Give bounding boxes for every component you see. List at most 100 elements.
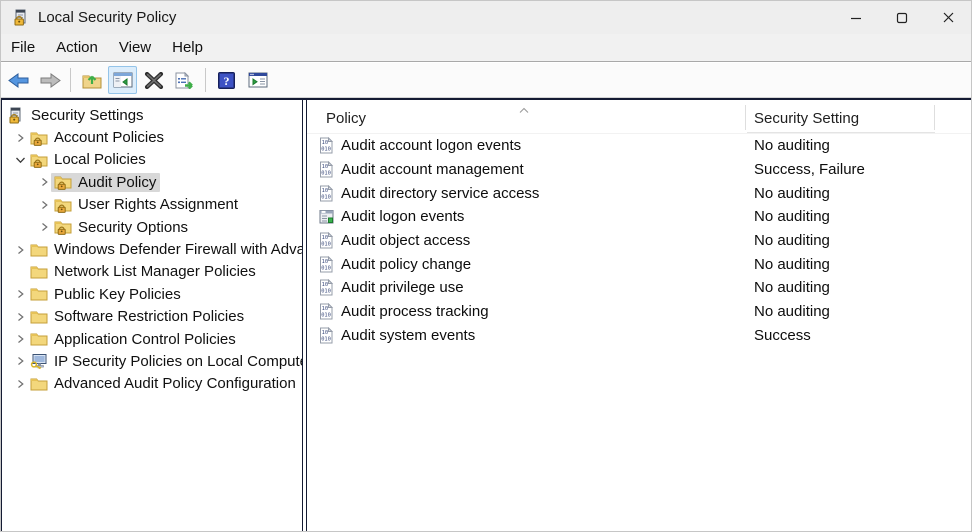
tree-item-audit-policy[interactable]: Audit Policy <box>2 171 302 193</box>
tree-item-security-options[interactable]: Security Options <box>2 216 302 238</box>
svg-text:10: 10 <box>322 235 329 241</box>
svg-text:010: 010 <box>321 336 331 342</box>
tree-node[interactable]: IP Security Policies on Local Computer <box>27 352 303 371</box>
menu-action[interactable]: Action <box>56 39 98 56</box>
tree-item-windows-defender-firewall-with-advanced-security[interactable]: Windows Defender Firewall with Advanced … <box>2 238 302 260</box>
tree-item-label: Application Control Policies <box>54 331 236 348</box>
tree-node[interactable]: Windows Defender Firewall with Advanced … <box>27 240 303 259</box>
action-pane-icon <box>248 72 268 88</box>
tree-item-application-control-policies[interactable]: Application Control Policies <box>2 328 302 350</box>
folder-up-icon <box>82 72 102 89</box>
help-icon: ? <box>218 72 235 89</box>
console-tree-pane: Security Settings Account Policies Local… <box>1 100 303 531</box>
maximize-button[interactable] <box>879 1 925 34</box>
tree-item-public-key-policies[interactable]: Public Key Policies <box>2 283 302 305</box>
show-action-pane-button[interactable] <box>243 66 272 94</box>
tree-item-label: Local Policies <box>54 151 146 168</box>
tree-node[interactable]: Account Policies <box>27 128 168 147</box>
tree-node[interactable]: Advanced Audit Policy Configuration <box>27 374 300 393</box>
tree-node[interactable]: Public Key Policies <box>27 285 185 304</box>
menu-help[interactable]: Help <box>172 39 203 56</box>
svg-text:10: 10 <box>322 141 329 147</box>
audit-policy-doc-icon: 10 010 <box>318 303 335 320</box>
svg-text:10: 10 <box>322 164 329 170</box>
folder-icon <box>30 331 48 347</box>
menu-view[interactable]: View <box>119 39 151 56</box>
tree-item-network-list-manager-policies[interactable]: Network List Manager Policies <box>2 261 302 283</box>
header-underline <box>747 132 935 133</box>
security-setting-value: No auditing <box>754 185 830 202</box>
policy-row-audit-system-events[interactable]: 10 010Audit system eventsSuccess <box>307 324 971 348</box>
up-one-level-button[interactable] <box>77 66 106 94</box>
security-setting-value: No auditing <box>754 137 830 154</box>
tree-item-account-policies[interactable]: Account Policies <box>2 126 302 148</box>
show-console-tree-button[interactable] <box>108 66 137 94</box>
audit-policy-doc-icon: 10 010 <box>318 137 335 154</box>
tree-item-software-restriction-policies[interactable]: Software Restriction Policies <box>2 306 302 328</box>
content-area: Security Settings Account Policies Local… <box>1 98 971 531</box>
tree-node[interactable]: Security Options <box>51 218 192 237</box>
column-divider[interactable] <box>745 105 746 130</box>
tree-item-local-policies[interactable]: Local Policies <box>2 149 302 171</box>
tree-item-label: Software Restriction Policies <box>54 308 244 325</box>
window-title: Local Security Policy <box>38 9 176 26</box>
menu-file[interactable]: File <box>11 39 35 56</box>
column-header-policy[interactable]: Policy <box>326 110 744 127</box>
tree-item-label: Windows Defender Firewall with Advanced … <box>54 241 303 258</box>
window-controls <box>833 1 971 34</box>
svg-text:010: 010 <box>321 170 331 176</box>
toolbar: ? <box>1 63 971 98</box>
policy-name: Audit directory service access <box>341 185 539 202</box>
policy-row-audit-privilege-use[interactable]: 10 010Audit privilege useNo auditing <box>307 276 971 300</box>
policy-row-audit-object-access[interactable]: 10 010Audit object accessNo auditing <box>307 229 971 253</box>
svg-text:010: 010 <box>321 241 331 247</box>
tree-node[interactable]: Application Control Policies <box>27 330 240 349</box>
tree-node[interactable]: Audit Policy <box>51 173 160 192</box>
details-pane: Policy Security Setting 10 010Audit acco… <box>306 100 972 531</box>
security-setting-value: Success <box>754 327 811 344</box>
tree-item-ip-security-policies-on-local-computer[interactable]: IP Security Policies on Local Computer <box>2 350 302 372</box>
audit-policy-doc-icon: 10 010 <box>318 161 335 178</box>
tree-node[interactable]: Network List Manager Policies <box>27 262 260 281</box>
tree-item-user-rights-assignment[interactable]: User Rights Assignment <box>2 194 302 216</box>
policy-name: Audit privilege use <box>341 279 464 296</box>
tree-item-security-settings[interactable]: Security Settings <box>2 104 302 126</box>
policy-row-audit-account-logon-events[interactable]: 10 010Audit account logon eventsNo audit… <box>307 134 971 158</box>
security-setting-value: No auditing <box>754 208 830 225</box>
tree-item-label: Security Settings <box>31 107 144 124</box>
policy-row-audit-logon-events[interactable]: Audit logon eventsNo auditing <box>307 205 971 229</box>
tree-node[interactable]: User Rights Assignment <box>51 195 242 214</box>
column-divider[interactable] <box>934 105 935 130</box>
tree-item-label: Account Policies <box>54 129 164 146</box>
folder-icon <box>30 309 48 325</box>
list-header: Policy Security Setting <box>307 100 971 134</box>
back-button[interactable] <box>4 66 33 94</box>
policy-row-audit-directory-service-access[interactable]: 10 010Audit directory service accessNo a… <box>307 181 971 205</box>
policy-name: Audit object access <box>341 232 470 249</box>
column-header-security-setting[interactable]: Security Setting <box>754 110 932 127</box>
forward-button[interactable] <box>35 66 64 94</box>
policy-name: Audit system events <box>341 327 475 344</box>
tree-item-label: IP Security Policies on Local Computer <box>54 353 303 370</box>
help-button[interactable]: ? <box>212 66 241 94</box>
export-list-button[interactable] <box>170 66 199 94</box>
back-arrow-icon <box>8 72 30 89</box>
minimize-button[interactable] <box>833 1 879 34</box>
tree-node[interactable]: Security Settings <box>4 106 148 125</box>
tree-item-label: Security Options <box>78 219 188 236</box>
policy-row-audit-process-tracking[interactable]: 10 010Audit process trackingNo auditing <box>307 300 971 324</box>
svg-text:10: 10 <box>322 306 329 312</box>
export-list-icon <box>174 72 195 89</box>
close-button[interactable] <box>925 1 971 34</box>
security-setting-value: No auditing <box>754 303 830 320</box>
tree-node[interactable]: Software Restriction Policies <box>27 307 248 326</box>
folder-icon <box>30 286 48 302</box>
tree-item-advanced-audit-policy-configuration[interactable]: Advanced Audit Policy Configuration <box>2 373 302 395</box>
folder-icon <box>30 264 48 280</box>
toolbar-separator <box>70 68 71 92</box>
policy-row-audit-policy-change[interactable]: 10 010Audit policy changeNo auditing <box>307 252 971 276</box>
policy-row-audit-account-management[interactable]: 10 010Audit account managementSuccess, F… <box>307 158 971 182</box>
delete-button[interactable] <box>139 66 168 94</box>
tree-node[interactable]: Local Policies <box>27 150 150 169</box>
close-icon <box>942 11 955 24</box>
